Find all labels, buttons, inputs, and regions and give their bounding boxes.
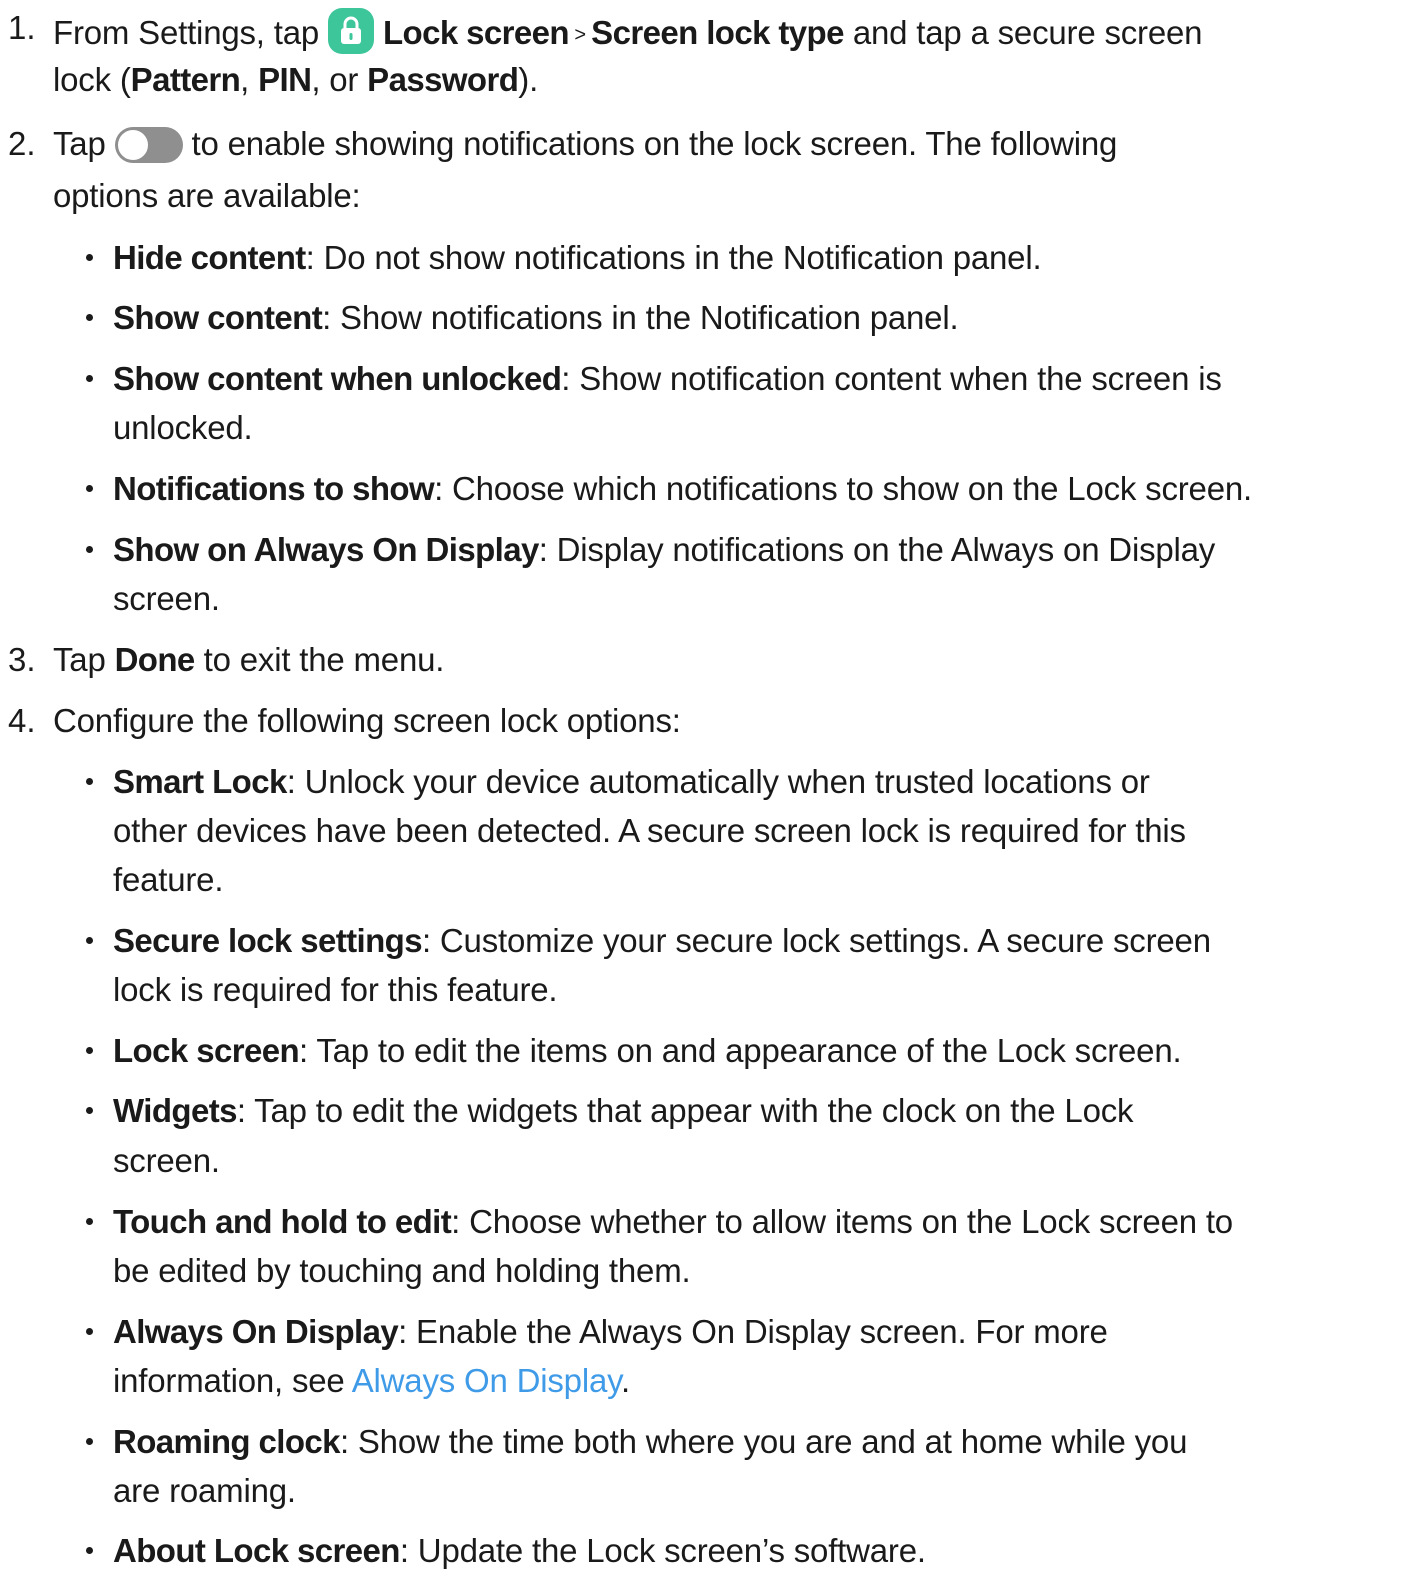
bullet-show-on-aod: Show on Always On Display: Display notif… xyxy=(113,531,1216,568)
bullet-roaming-clock-cont: are roaming. xyxy=(113,1472,296,1509)
bullet-dot xyxy=(86,254,93,261)
toggle-knob xyxy=(115,128,150,162)
bullet-roaming-clock: Roaming clock: Show the time both where … xyxy=(113,1423,1188,1460)
toggle-off-icon xyxy=(114,127,183,163)
lock-icon xyxy=(327,8,374,54)
step-number: 3. xyxy=(8,641,36,678)
bullet-secure-lock-settings-cont: lock is required for this feature. xyxy=(113,971,558,1008)
bullet-hide-content: Hide content: Do not show notifications … xyxy=(113,239,1042,276)
menu-lock-screen: Lock screen xyxy=(382,14,570,51)
bullet-dot xyxy=(86,485,93,492)
step-2-line-1: Tap to enable showing notifications on t… xyxy=(53,125,1118,163)
bullet-secure-lock-settings: Secure lock settings: Customize your sec… xyxy=(113,922,1211,959)
bullet-show-content-unlocked-cont: unlocked. xyxy=(113,409,253,446)
step-2-line-2: options are available: xyxy=(53,177,361,214)
step-1-line-2: lock (Pattern, PIN, or Password). xyxy=(53,61,539,98)
step-number: 4. xyxy=(8,702,36,739)
bullet-always-on-display-cont: information, see Always On Display. xyxy=(113,1362,630,1399)
bullet-touch-and-hold: Touch and hold to edit: Choose whether t… xyxy=(113,1203,1233,1240)
bullet-dot xyxy=(86,314,93,321)
bullet-dot xyxy=(86,778,93,785)
bullet-show-on-aod-cont: screen. xyxy=(113,580,220,617)
bullet-notifications-to-show: Notifications to show: Choose which noti… xyxy=(113,470,1252,507)
bullet-smart-lock-cont: feature. xyxy=(113,861,224,898)
bullet-dot xyxy=(86,546,93,553)
bullet-dot xyxy=(86,1547,93,1554)
bullet-always-on-display: Always On Display: Enable the Always On … xyxy=(113,1313,1108,1350)
step-4-line-1: Configure the following screen lock opti… xyxy=(53,702,681,739)
bullet-widgets: Widgets: Tap to edit the widgets that ap… xyxy=(113,1092,1134,1129)
bullet-smart-lock-cont: other devices have been detected. A secu… xyxy=(113,812,1186,849)
bullet-dot xyxy=(86,937,93,944)
bullet-dot xyxy=(86,1047,93,1054)
bullet-touch-and-hold-cont: be edited by touching and holding them. xyxy=(113,1252,691,1289)
bullet-lock-screen: Lock screen: Tap to edit the items on an… xyxy=(113,1032,1182,1069)
step-1-line-1: From Settings, tap Lock screen > Screen … xyxy=(53,8,1203,55)
bullet-smart-lock: Smart Lock: Unlock your device automatic… xyxy=(113,763,1150,800)
done-label: Done xyxy=(114,641,196,678)
bullet-widgets-cont: screen. xyxy=(113,1142,220,1179)
bullet-show-content: Show content: Show notifications in the … xyxy=(113,299,959,336)
bullet-dot xyxy=(86,375,93,382)
bullet-show-content-unlocked: Show content when unlocked: Show notific… xyxy=(113,360,1222,397)
bullet-about-lock-screen: About Lock screen: Update the Lock scree… xyxy=(113,1532,926,1569)
bullet-dot xyxy=(86,1328,93,1335)
step-number: 1. xyxy=(8,9,36,46)
bullet-dot xyxy=(86,1438,93,1445)
step-number: 2. xyxy=(8,125,36,162)
step-3-line-1: Tap Done to exit the menu. xyxy=(53,641,445,678)
bullet-dot xyxy=(86,1107,93,1114)
always-on-display-link[interactable]: Always On Display xyxy=(352,1362,621,1399)
bullet-dot xyxy=(86,1218,93,1225)
menu-screen-lock-type: Screen lock type xyxy=(591,14,844,51)
